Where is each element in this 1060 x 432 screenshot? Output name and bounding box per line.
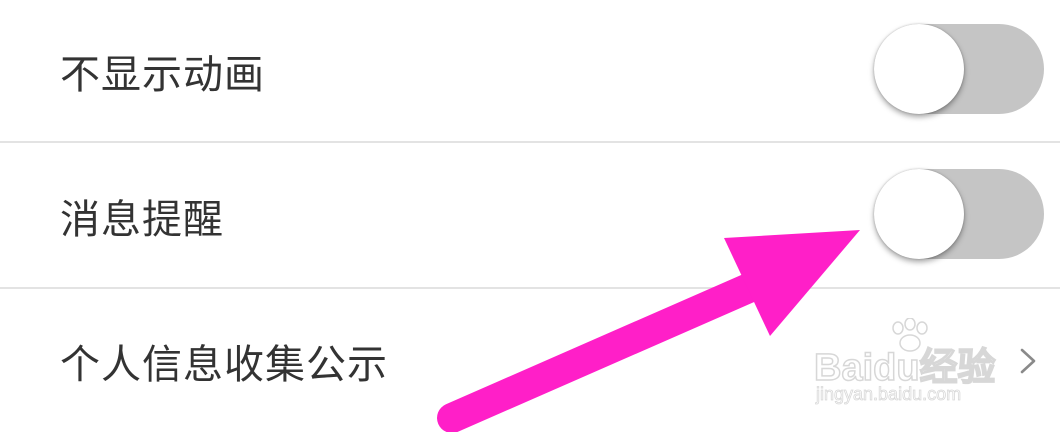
chevron-right-icon xyxy=(1020,348,1036,374)
settings-item-message-reminder[interactable]: 消息提醒 xyxy=(0,143,1060,288)
toggle-knob xyxy=(874,24,964,114)
toggle-knob xyxy=(874,169,964,259)
settings-list: 不显示动画 消息提醒 个人信息收集公示 xyxy=(0,0,1060,432)
disable-animation-toggle[interactable] xyxy=(874,24,1044,114)
settings-item-label: 不显示动画 xyxy=(60,52,265,98)
settings-item-personal-info-disclosure[interactable]: 个人信息收集公示 xyxy=(0,289,1060,432)
settings-item-disable-animation[interactable]: 不显示动画 xyxy=(0,0,1060,142)
settings-item-label: 消息提醒 xyxy=(60,196,224,243)
settings-item-label: 个人信息收集公示 xyxy=(60,341,388,388)
message-reminder-toggle[interactable] xyxy=(874,169,1044,259)
